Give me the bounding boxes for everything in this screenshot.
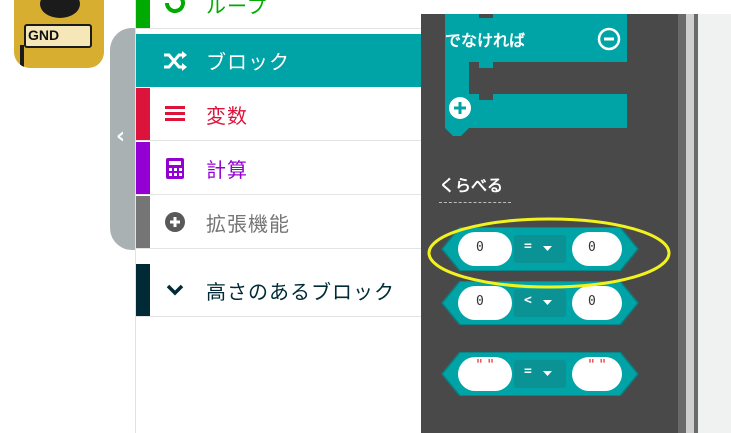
category-label: 変数	[206, 103, 248, 128]
highlight-ellipse	[427, 217, 671, 289]
category-advanced[interactable]: 高さのあるブロック	[136, 264, 422, 317]
compare-operator[interactable]: <	[524, 293, 532, 308]
category-label: 計算	[206, 157, 248, 182]
category-stripe	[136, 88, 150, 140]
list-icon	[162, 101, 188, 127]
minus-circle-icon	[597, 27, 621, 51]
category-blocks[interactable]: ブロック	[136, 34, 422, 87]
category-label: 拡張機能	[206, 211, 290, 236]
compare-right-value[interactable]: 0	[588, 294, 596, 309]
category-label: 高さのあるブロック	[206, 279, 395, 304]
category-label: ブロック	[206, 50, 290, 74]
compare-operator[interactable]: =	[524, 364, 532, 379]
chevron-down-icon	[162, 277, 188, 303]
gnd-pin: GND	[14, 0, 104, 68]
compare-block-string-eq[interactable]	[440, 352, 640, 396]
remove-else-button[interactable]	[597, 27, 621, 51]
category-variables[interactable]: 変数	[136, 88, 422, 141]
pin-hole	[40, 0, 80, 18]
plus-circle-icon	[162, 209, 188, 235]
category-label: ループ	[206, 0, 268, 18]
compare-right-string[interactable]: " "	[588, 358, 606, 373]
loop-icon	[162, 0, 188, 16]
chevron-left-icon: ‹	[116, 124, 126, 149]
compare-left-string[interactable]: " "	[476, 358, 494, 373]
category-stripe	[136, 196, 150, 248]
else-label: でなければ	[445, 31, 526, 50]
toolbox: ループ ブロック 変数 計算 拡張機能 高さのあるブロック	[135, 0, 422, 433]
category-math[interactable]: 計算	[136, 142, 422, 195]
section-divider	[439, 202, 511, 203]
shuffle-icon	[162, 48, 188, 74]
category-extensions[interactable]: 拡張機能	[136, 196, 422, 249]
category-stripe	[136, 0, 150, 28]
compare-left-value[interactable]: 0	[476, 294, 484, 309]
pin-stripe	[20, 45, 24, 68]
gnd-label: GND	[28, 27, 60, 43]
workspace-canvas	[698, 14, 731, 433]
category-stripe	[136, 264, 150, 316]
plus-circle-icon	[449, 97, 471, 119]
scrollbar-thumb[interactable]	[686, 14, 694, 433]
category-stripe	[136, 142, 150, 194]
calculator-icon	[162, 155, 188, 181]
add-else-if-button[interactable]	[448, 96, 472, 120]
category-loops[interactable]: ループ	[136, 0, 422, 29]
section-compare-title: くらべる	[439, 176, 504, 195]
